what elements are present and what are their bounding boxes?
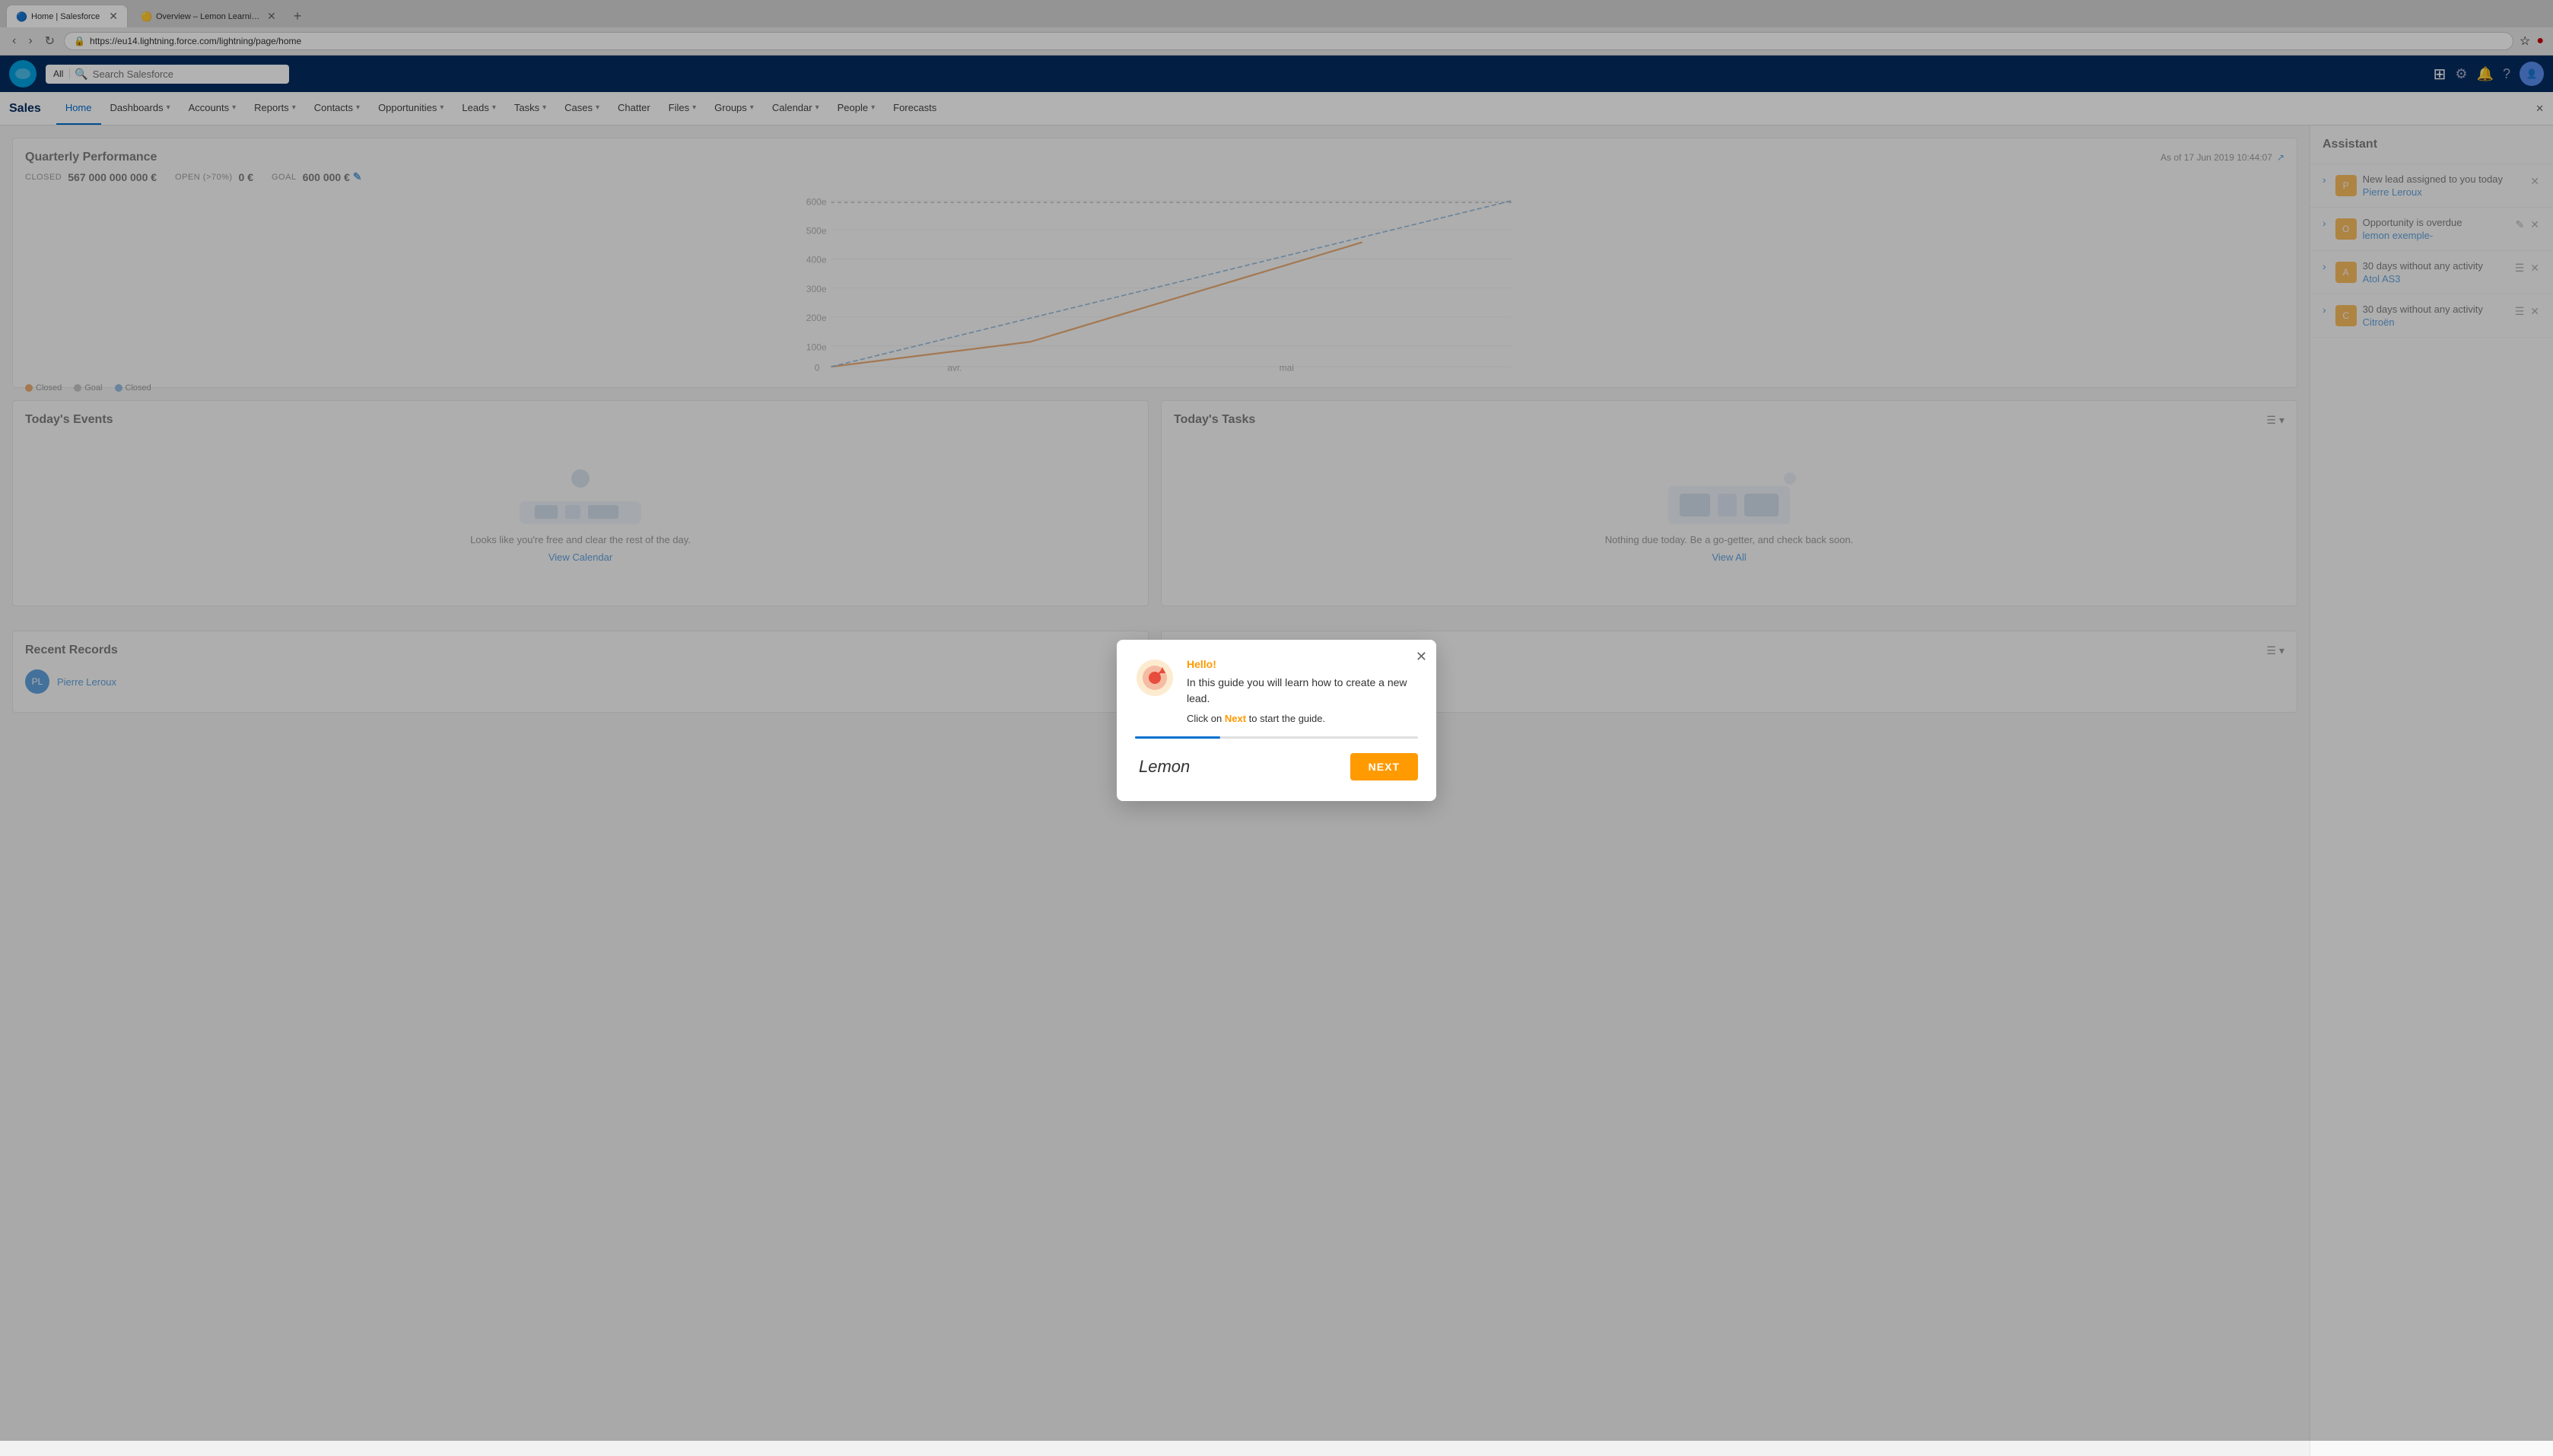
lemon-logo-svg: Lemon	[1135, 751, 1196, 778]
modal-target-icon	[1135, 658, 1175, 698]
lemon-learning-modal: ✕ Hello! In this guide you will learn ho…	[1117, 640, 1436, 801]
modal-click-suffix: to start the guide.	[1246, 713, 1325, 724]
modal-logo: Lemon	[1135, 751, 1196, 783]
modal-progress-track	[1135, 736, 1418, 739]
modal-body: Hello! In this guide you will learn how …	[1135, 658, 1418, 724]
modal-progress-bar	[1135, 736, 1220, 739]
modal-next-link-text: Next	[1225, 713, 1246, 724]
modal-text-area: Hello! In this guide you will learn how …	[1187, 658, 1418, 724]
modal-click-prefix: Click on	[1187, 713, 1225, 724]
modal-hello: Hello!	[1187, 658, 1418, 670]
modal-overlay: ✕ Hello! In this guide you will learn ho…	[0, 0, 2553, 1441]
modal-description: In this guide you will learn how to crea…	[1187, 675, 1418, 707]
modal-footer: Lemon NEXT	[1135, 751, 1418, 783]
target-icon-svg	[1135, 658, 1175, 698]
svg-text:Lemon: Lemon	[1139, 757, 1190, 776]
modal-click-instruction: Click on Next to start the guide.	[1187, 713, 1418, 724]
modal-close-button[interactable]: ✕	[1416, 649, 1427, 665]
modal-next-button[interactable]: NEXT	[1350, 753, 1418, 780]
